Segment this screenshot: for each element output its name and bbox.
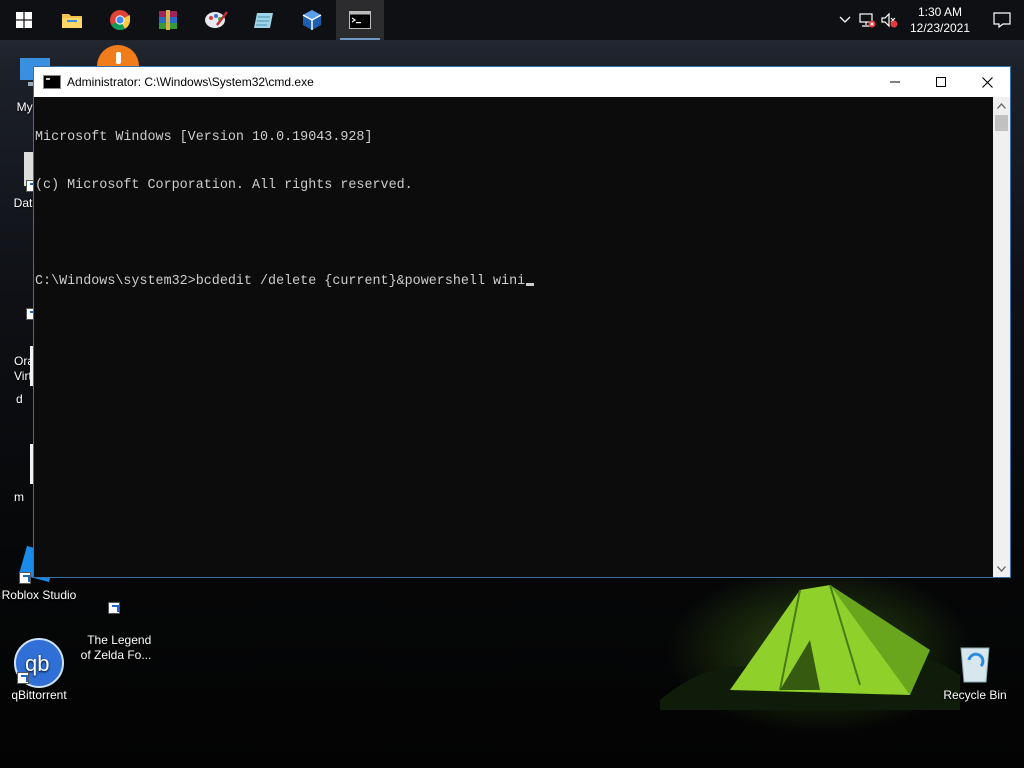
- winrar-icon: [159, 10, 177, 30]
- chevron-up-icon: [997, 102, 1006, 109]
- cmd-window[interactable]: Administrator: C:\Windows\System32\cmd.e…: [33, 66, 1011, 578]
- console-line: Microsoft Windows [Version 10.0.19043.92…: [35, 130, 373, 145]
- taskbar-notes-app[interactable]: [240, 0, 288, 40]
- network-icon: [859, 13, 876, 28]
- taskbar-cmd[interactable]: [336, 0, 384, 40]
- desktop-icon-label: The Legend of Zelda Fo...: [80, 633, 152, 662]
- start-button[interactable]: [0, 0, 48, 40]
- console-command: C:\Windows\system32>bcdedit /delete {cur…: [35, 274, 526, 289]
- desktop-icon-label: Recycle Bin: [943, 688, 1007, 702]
- tent-wallpaper-image: [660, 584, 960, 710]
- taskbar-file-explorer[interactable]: [48, 0, 96, 40]
- minimize-icon: [890, 81, 900, 83]
- notification-icon: [993, 12, 1011, 28]
- virtualbox-icon: [302, 10, 322, 30]
- desktop-icon-qbittorrent[interactable]: qb qBittorrent: [1, 638, 77, 703]
- chevron-up-icon: [839, 16, 851, 23]
- terminal-icon: [349, 11, 371, 29]
- chevron-down-icon: [997, 565, 1006, 572]
- qbittorrent-icon: qb: [14, 638, 64, 688]
- maximize-icon: [936, 77, 946, 87]
- network-status-button[interactable]: [856, 0, 878, 40]
- maximize-button[interactable]: [918, 67, 964, 97]
- vertical-scrollbar[interactable]: [993, 97, 1010, 577]
- desktop-icon-label: qBittorrent: [11, 688, 67, 702]
- cmd-title-bar[interactable]: Administrator: C:\Windows\System32\cmd.e…: [34, 67, 1010, 97]
- folder-icon: [62, 14, 82, 28]
- shortcut-arrow-icon: [17, 672, 29, 684]
- close-icon: [981, 76, 993, 88]
- chrome-icon: [110, 10, 131, 31]
- action-center-button[interactable]: [980, 0, 1024, 40]
- clock-date: 12/23/2021: [909, 21, 971, 35]
- volume-button[interactable]: [878, 0, 900, 40]
- scroll-up-button[interactable]: [993, 97, 1010, 114]
- notepad-icon: [254, 13, 273, 28]
- text-cursor: [526, 283, 535, 286]
- desktop-icon-label: Roblox Studio: [1, 588, 77, 602]
- taskbar-chrome[interactable]: [96, 0, 144, 40]
- taskbar: 1:30 AM 12/23/2021: [0, 0, 1024, 40]
- recycle-bin-icon: [953, 640, 997, 684]
- scroll-down-button[interactable]: [993, 560, 1010, 577]
- clock-time: 1:30 AM: [917, 5, 963, 19]
- cmd-app-icon[interactable]: [43, 75, 61, 89]
- volume-muted-icon: [881, 12, 898, 28]
- console-line: (c) Microsoft Corporation. All rights re…: [35, 178, 413, 193]
- shortcut-arrow-icon: [108, 602, 120, 614]
- close-button[interactable]: [964, 67, 1010, 97]
- show-hidden-icons-button[interactable]: [834, 0, 856, 40]
- taskbar-virtualbox[interactable]: [288, 0, 336, 40]
- console-input-line[interactable]: C:\Windows\system32>bcdedit /delete {cur…: [35, 274, 993, 290]
- clock[interactable]: 1:30 AM 12/23/2021: [900, 4, 980, 36]
- windows-logo-icon: [16, 12, 32, 28]
- system-tray: 1:30 AM 12/23/2021: [834, 0, 1024, 40]
- palette-icon: [205, 11, 228, 28]
- cmd-window-title: Administrator: C:\Windows\System32\cmd.e…: [67, 75, 314, 89]
- console-output[interactable]: Microsoft Windows [Version 10.0.19043.92…: [34, 97, 993, 577]
- taskbar-winrar[interactable]: [144, 0, 192, 40]
- taskbar-paint-app[interactable]: [192, 0, 240, 40]
- scrollbar-thumb[interactable]: [995, 115, 1008, 131]
- shortcut-arrow-icon: [19, 572, 31, 584]
- minimize-button[interactable]: [872, 67, 918, 97]
- desktop-icon-recycle-bin[interactable]: Recycle Bin: [937, 640, 1013, 703]
